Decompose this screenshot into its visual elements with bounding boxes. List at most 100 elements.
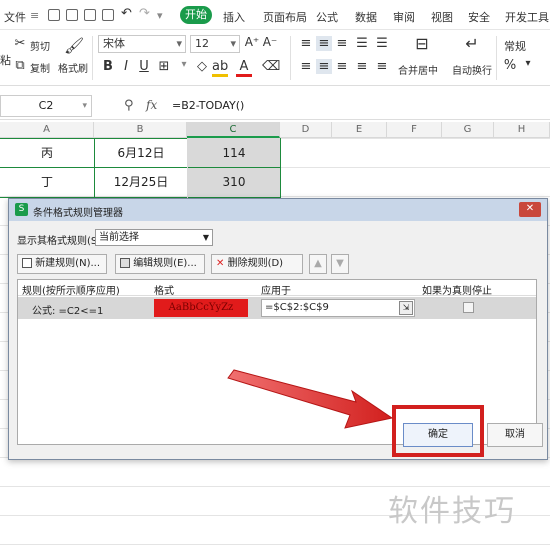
file-menu[interactable]: 文件 (4, 9, 26, 25)
applies-to-value: =$C$2:$C$9 (265, 302, 329, 313)
new-rule-button[interactable]: 新建规则(N)... (17, 254, 107, 274)
range-select-icon[interactable]: ⇲ (399, 301, 413, 315)
increase-font-icon[interactable]: A⁺ (244, 35, 260, 49)
column-header-g[interactable]: G (442, 122, 494, 138)
rule-row[interactable]: 公式: =C2<=1 AaBbCcYyZz =$C$2:$C$9 ⇲ (18, 297, 536, 319)
justify-icon[interactable]: ≡ (354, 59, 370, 74)
format-painter-icon[interactable]: 🖌 (64, 36, 84, 55)
move-up-button[interactable]: ▲ (309, 254, 327, 274)
align-center-icon[interactable]: ≡ (316, 59, 332, 74)
copy-icon[interactable]: ⧉ (12, 58, 28, 73)
cancel-button[interactable]: 取消 (487, 423, 543, 447)
highlight-icon[interactable]: ab (212, 59, 228, 77)
percent-icon[interactable]: % (502, 58, 518, 73)
tab-formulas[interactable]: 公式 (316, 9, 338, 25)
stop-if-true-checkbox[interactable] (463, 302, 474, 313)
rules-table-header: 规则(按所示顺序应用) 格式 应用于 如果为真则停止 (18, 280, 536, 297)
paste-label[interactable]: 粘 (0, 52, 11, 68)
ribbon-divider (92, 36, 93, 80)
ok-button[interactable]: 确定 (403, 423, 473, 447)
delete-rule-label: 删除规则(D) (227, 258, 284, 269)
column-header-a[interactable]: A (0, 122, 94, 138)
close-icon[interactable]: ✕ (519, 202, 541, 217)
column-header-f[interactable]: F (387, 122, 442, 138)
distribute-icon[interactable]: ≡ (374, 59, 390, 74)
merge-center-button[interactable]: 合并居中 (398, 62, 438, 77)
underline-icon[interactable]: U (136, 59, 152, 74)
column-header-d[interactable]: D (280, 122, 332, 138)
zoom-icon[interactable]: ⚲ (124, 98, 134, 113)
export-pdf-icon[interactable] (66, 9, 78, 21)
font-name-value: 宋体 (103, 37, 125, 50)
cell-b2[interactable]: 6月12日 (95, 139, 187, 168)
column-header-h[interactable]: H (494, 122, 550, 138)
cell-reference: C2 (38, 99, 54, 112)
menu-bar: 文件 ≡ ↶ ↷ ▾ 开始 插入 页面布局 公式 数据 审阅 视图 安全 开发工… (0, 0, 550, 30)
undo-icon[interactable]: ↶ (121, 6, 132, 21)
move-down-button[interactable]: ▼ (331, 254, 349, 274)
column-header-e[interactable]: E (332, 122, 387, 138)
align-top-icon[interactable]: ≡ (298, 36, 314, 51)
italic-icon[interactable]: I (118, 59, 134, 74)
formula-input[interactable]: =B2-TODAY() (172, 99, 244, 112)
bold-icon[interactable]: B (100, 59, 116, 74)
column-header-c[interactable]: C (187, 122, 280, 138)
wrap-text-button[interactable]: 自动换行 (452, 62, 492, 77)
chevron-down-icon[interactable]: ▾ (520, 58, 536, 69)
number-format-select[interactable]: 常规 (504, 38, 526, 54)
formula-bar: C2 ▾ ⚲ fx =B2-TODAY() (0, 92, 550, 120)
decrease-font-icon[interactable]: A⁻ (262, 35, 278, 49)
new-rule-icon (22, 258, 32, 268)
fill-color-icon[interactable]: ◇ (194, 59, 210, 74)
format-painter-button[interactable]: 格式刷 (58, 60, 88, 75)
eraser-icon[interactable]: ⌫ (262, 59, 280, 74)
edit-rule-button[interactable]: 编辑规则(E)... (115, 254, 205, 274)
name-box[interactable]: C2 ▾ (0, 95, 92, 117)
cell-a2[interactable]: 丙 (0, 139, 94, 168)
chevron-down-icon[interactable]: ≡ (30, 9, 39, 22)
save-icon[interactable] (48, 9, 60, 21)
column-header-b[interactable]: B (94, 122, 187, 138)
align-left-icon[interactable]: ≡ (298, 59, 314, 74)
delete-rule-button[interactable]: ✕ 删除规则(D) (211, 254, 303, 274)
indent-icon[interactable]: ☰ (354, 36, 370, 51)
align-bottom-icon[interactable]: ≡ (334, 36, 350, 51)
cut-button[interactable]: 剪切 (30, 38, 50, 53)
chevron-down-icon[interactable]: ▾ (176, 59, 192, 70)
align-right-icon[interactable]: ≡ (334, 59, 350, 74)
scissors-icon[interactable]: ✂ (12, 36, 28, 51)
more-icon[interactable]: ▾ (157, 9, 163, 22)
font-color-icon[interactable]: A (236, 59, 252, 77)
outdent-icon[interactable]: ☰ (374, 36, 390, 51)
tab-page-layout[interactable]: 页面布局 (263, 9, 307, 25)
tab-review[interactable]: 审阅 (393, 9, 415, 25)
chevron-down-icon: ▾ (82, 101, 87, 111)
redo-icon[interactable]: ↷ (139, 6, 150, 21)
copy-button[interactable]: 复制 (30, 60, 50, 75)
dialog-title-bar[interactable]: S 条件格式规则管理器 ✕ (9, 199, 547, 221)
app-logo-icon: S (15, 203, 28, 216)
cell-c3[interactable]: 310 (188, 168, 280, 198)
font-size-select[interactable]: 12 ▾ (190, 35, 240, 53)
fx-icon[interactable]: fx (146, 98, 157, 112)
tab-view[interactable]: 视图 (431, 9, 453, 25)
tab-insert[interactable]: 插入 (223, 9, 245, 25)
print-preview-icon[interactable] (102, 9, 114, 21)
align-middle-icon[interactable]: ≡ (316, 36, 332, 51)
tab-data[interactable]: 数据 (355, 9, 377, 25)
tab-home[interactable]: 开始 (180, 6, 212, 24)
arrow-down-icon: ▼ (336, 258, 344, 269)
watermark: 软件技巧 (388, 494, 516, 529)
print-icon[interactable] (84, 9, 96, 21)
show-rules-select[interactable]: 当前选择 ▼ (95, 229, 213, 246)
cell-b3[interactable]: 12月25日 (95, 168, 187, 198)
applies-to-field[interactable]: =$C$2:$C$9 ⇲ (261, 299, 415, 317)
wrap-text-icon[interactable]: ↵ (464, 34, 480, 53)
tab-developer[interactable]: 开发工具 (505, 9, 549, 25)
font-name-select[interactable]: 宋体 ▾ (98, 35, 186, 53)
cell-a3[interactable]: 丁 (0, 168, 94, 198)
border-icon[interactable]: ⊞ (156, 59, 172, 74)
cell-c2[interactable]: 114 (188, 139, 280, 168)
tab-security[interactable]: 安全 (468, 9, 490, 25)
merge-center-icon[interactable]: ⊟ (414, 34, 430, 53)
